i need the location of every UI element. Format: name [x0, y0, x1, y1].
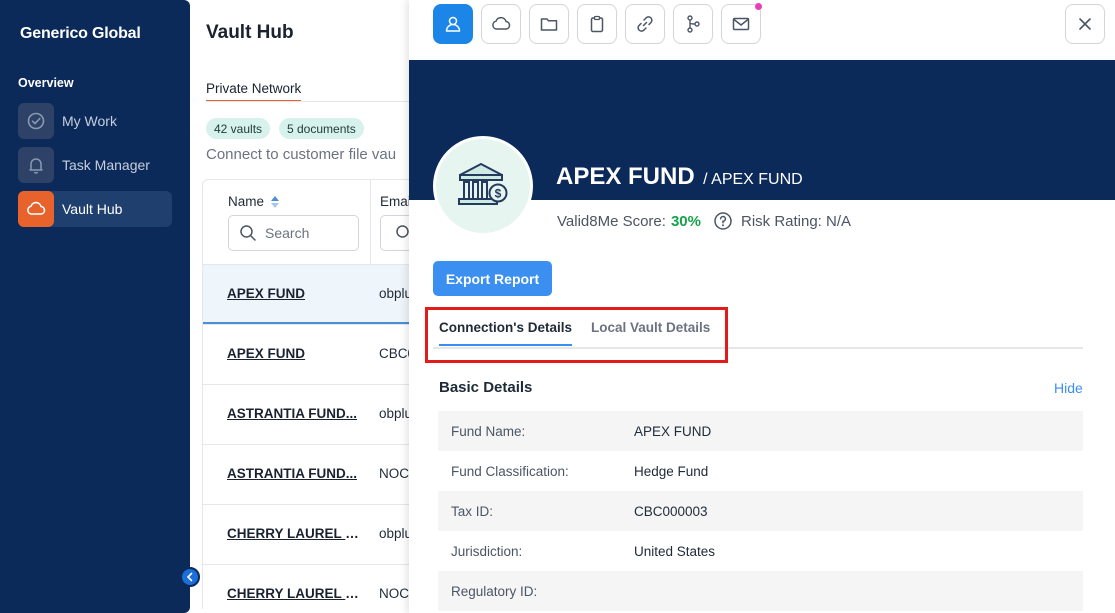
detail-row: Tax ID: CBC000003: [438, 491, 1083, 531]
chevron-left-icon: [186, 572, 193, 582]
table-row[interactable]: APEX FUND CBC0: [203, 324, 412, 384]
score-label: Valid8Me Score:: [557, 212, 666, 230]
bell-icon: [18, 147, 54, 183]
sidebar-item-label: My Work: [62, 113, 117, 129]
tab-divider: [206, 101, 416, 102]
sidebar-collapse-button[interactable]: [180, 567, 200, 587]
column-header-email[interactable]: Emai: [380, 194, 411, 209]
vault-detail-drawer: $ APEX FUND / APEX FUND Valid8Me Score: …: [409, 0, 1115, 613]
column-header-label: Name: [228, 194, 265, 209]
email-cell: NOC: [379, 586, 409, 601]
score-line: Valid8Me Score: 30% Risk Rating: N/A: [557, 211, 851, 231]
svg-text:$: $: [495, 187, 502, 201]
email-search-input[interactable]: [380, 215, 411, 251]
toolbar-cloud-button[interactable]: [481, 4, 521, 44]
check-circle-icon: [18, 103, 54, 139]
table-row[interactable]: CHERRY LAUREL F... NOC: [203, 564, 411, 609]
clipboard-icon: [590, 15, 604, 33]
sidebar-item-label: Task Manager: [62, 157, 150, 173]
bank-icon: $: [458, 163, 508, 205]
email-cell: obplu: [379, 526, 412, 541]
branch-icon: [687, 15, 700, 33]
risk-rating: Risk Rating: N/A: [740, 212, 852, 230]
sort-icon[interactable]: [270, 195, 280, 209]
tab-private-network[interactable]: Private Network: [206, 81, 302, 102]
fund-name-link[interactable]: ASTRANTIA FUND...: [227, 406, 362, 421]
section-title-basic-details: Basic Details: [439, 379, 533, 396]
detail-value: APEX FUND: [634, 423, 712, 439]
detail-label: Tax ID:: [451, 503, 494, 519]
column-divider: [370, 180, 371, 264]
fund-name-link[interactable]: ASTRANTIA FUND...: [227, 466, 362, 481]
detail-row: Jurisdiction: United States: [438, 531, 1083, 571]
name-search-input[interactable]: Search: [228, 215, 359, 251]
notification-dot: [755, 3, 762, 10]
toolbar-profile-button[interactable]: [433, 4, 473, 44]
user-icon: [445, 16, 461, 32]
fund-name-link[interactable]: CHERRY LAUREL F...: [227, 586, 362, 601]
fund-title: APEX FUND / APEX FUND: [556, 163, 803, 191]
export-report-button[interactable]: Export Report: [433, 261, 552, 296]
fund-name-link[interactable]: APEX FUND: [227, 286, 362, 301]
sidebar-item-my-work[interactable]: My Work: [18, 103, 172, 139]
documents-count-badge: 5 documents: [279, 118, 364, 139]
link-icon: [637, 16, 653, 32]
email-cell: CBC0: [379, 346, 412, 361]
toolbar-clipboard-button[interactable]: [577, 4, 617, 44]
sidebar-item-task-manager[interactable]: Task Manager: [18, 147, 172, 183]
cloud-icon: [492, 16, 511, 30]
detail-row: Fund Name: APEX FUND: [438, 411, 1083, 451]
brand-name: Generico Global: [20, 25, 141, 42]
search-icon: [240, 225, 256, 241]
highlight-box: [425, 307, 728, 363]
mail-icon: [732, 17, 750, 31]
fund-avatar: $: [433, 136, 533, 236]
search-placeholder: Search: [265, 225, 310, 241]
sidebar: Generico Global Overview My Work Task Ma…: [0, 0, 190, 613]
vaults-count-badge: 42 vaults: [206, 118, 271, 139]
fund-title-sub: / APEX FUND: [703, 171, 803, 188]
email-cell: NOC: [379, 466, 409, 481]
hide-section-link[interactable]: Hide: [1054, 380, 1083, 396]
table-row[interactable]: ASTRANTIA FUND... obplu: [203, 384, 412, 444]
fund-name-link[interactable]: CHERRY LAUREL F...: [227, 526, 362, 541]
sidebar-item-vault-hub[interactable]: Vault Hub: [18, 191, 172, 227]
toolbar-branch-button[interactable]: [673, 4, 713, 44]
fund-name-link[interactable]: APEX FUND: [227, 346, 362, 361]
score-value: 30%: [670, 212, 701, 230]
detail-value: Hedge Fund: [634, 463, 709, 479]
fund-title-main: APEX FUND: [556, 163, 695, 190]
close-drawer-button[interactable]: [1065, 4, 1105, 44]
table-row[interactable]: ASTRANTIA FUND... NOC: [203, 444, 411, 504]
email-cell: obplu: [379, 406, 412, 421]
toolbar-link-button[interactable]: [625, 4, 665, 44]
table-row[interactable]: CHERRY LAUREL F... obplu: [203, 504, 412, 564]
section-label-overview: Overview: [18, 76, 74, 90]
folder-icon: [540, 18, 558, 31]
page-title: Vault Hub: [206, 22, 294, 43]
close-icon: [1079, 18, 1091, 30]
cloud-icon: [18, 191, 54, 227]
detail-label: Jurisdiction:: [451, 543, 523, 559]
page-description: Connect to customer file vau: [206, 146, 397, 163]
sidebar-item-label: Vault Hub: [62, 201, 123, 217]
detail-row: Regulatory ID:: [438, 571, 1083, 611]
detail-row: Fund Classification: Hedge Fund: [438, 451, 1083, 491]
detail-value: CBC000003: [634, 503, 708, 519]
email-cell: obplu: [379, 286, 412, 301]
help-icon[interactable]: [713, 211, 733, 231]
detail-value: United States: [634, 543, 716, 559]
toolbar-mail-button[interactable]: [721, 4, 761, 44]
table-row[interactable]: APEX FUND obplu: [203, 264, 412, 324]
detail-label: Regulatory ID:: [451, 583, 538, 599]
toolbar-folder-button[interactable]: [529, 4, 569, 44]
detail-label: Fund Classification:: [451, 463, 569, 479]
detail-label: Fund Name:: [451, 423, 526, 439]
vault-table: Name Emai Search APEX FUND obplu APEX FU…: [202, 179, 412, 609]
column-header-name[interactable]: Name: [228, 194, 280, 209]
